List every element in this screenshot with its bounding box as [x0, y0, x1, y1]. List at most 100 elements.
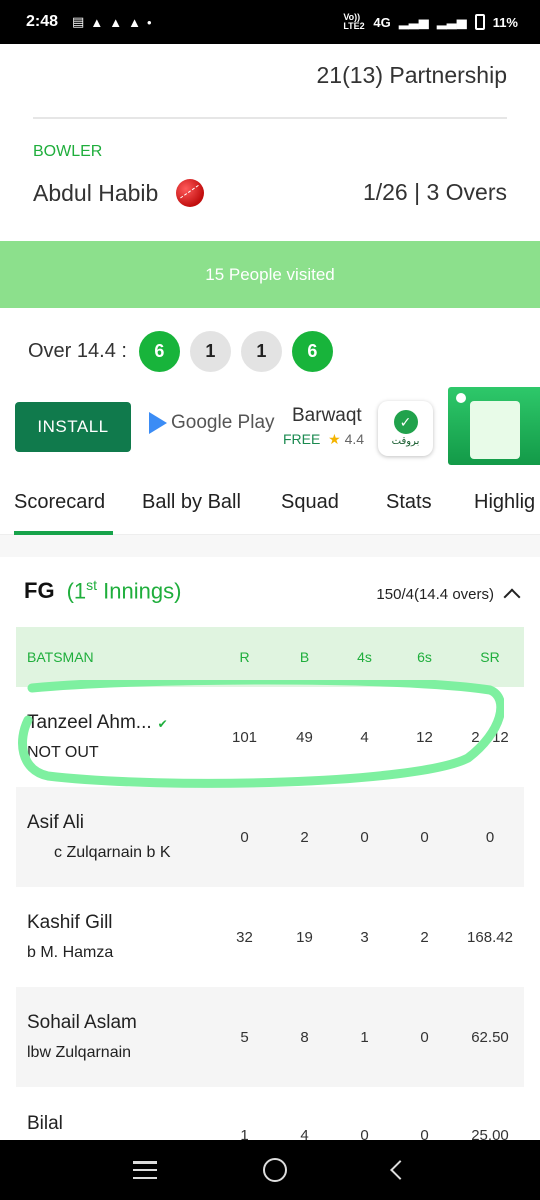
innings-score-toggle[interactable]: 150/4(14.4 overs) [376, 585, 521, 606]
batsman-name: Sohail Aslam [27, 1012, 137, 1033]
header-strike-rate: SR [480, 649, 500, 665]
fours: 1 [360, 1028, 369, 1046]
snapchat-icon: ▲ [128, 14, 141, 30]
batsman-name: Tanzeel Ahm... ✔ [27, 712, 168, 733]
battery-level: 11% [492, 14, 518, 30]
snapchat-icon: ▲ [90, 14, 104, 30]
partnership-text: 21(13) Partnership [316, 62, 508, 88]
bowler-label: BOWLER [33, 143, 103, 160]
dismissal: c Zulqarnain b K [54, 844, 171, 861]
table-row[interactable]: Kashif Gill b M. Hamza 32 19 3 2 168.42 [16, 887, 524, 987]
table-header: BATSMAN R B 4s 6s SR [16, 627, 524, 687]
back-icon[interactable] [390, 1160, 410, 1180]
dismissal: lbw Zulqarnain [27, 1044, 132, 1061]
over-label: Over 14.4 : [28, 339, 127, 362]
batting-table: BATSMAN R B 4s 6s SR Tanzeel Ahm... ✔ NOT… [16, 627, 524, 1187]
divider [33, 117, 507, 119]
status-right: Vo)) LTE2 4G ▂▃▅ ▂▃▅ 11% [343, 13, 518, 31]
strike-rate: 0 [485, 828, 495, 846]
google-play-icon [149, 412, 167, 434]
header-balls: B [299, 649, 310, 665]
balls: 8 [300, 1028, 309, 1046]
batsman-name: Kashif Gill [27, 912, 113, 933]
tab-ball-by-ball[interactable]: Ball by Ball [142, 491, 241, 514]
innings-number: (1st Innings) [66, 577, 182, 604]
strike-rate: 62.50 [471, 1028, 509, 1046]
tab-scorecard[interactable]: Scorecard [14, 491, 105, 514]
tab-bar: Scorecard Ball by Ball Squad Stats Highl… [0, 473, 540, 535]
section-spacer [0, 535, 540, 557]
ball-chip: 6 [138, 330, 180, 372]
tab-squad[interactable]: Squad [281, 491, 339, 514]
visited-banner: 15 People visited [0, 241, 540, 308]
balls: 19 [296, 928, 313, 946]
table-row[interactable]: Tanzeel Ahm... ✔ NOT OUT 101 49 4 12 2 .1… [16, 687, 524, 787]
header-sixes: 6s [417, 649, 432, 665]
ad-app-meta: FREE ★ 4.4 [283, 431, 364, 448]
star-icon: ★ [328, 431, 341, 447]
volte-icon: Vo)) LTE2 [343, 12, 365, 31]
network-type: 4G [373, 14, 391, 30]
home-icon[interactable] [263, 1158, 287, 1182]
promo-phone-image [470, 401, 520, 459]
signal-icon: ▂▃▅ [436, 14, 467, 29]
runs: 0 [240, 828, 249, 846]
ad-free-label: FREE [283, 431, 321, 447]
chevron-up-icon[interactable] [503, 588, 521, 606]
dismissal: NOT OUT [27, 744, 99, 761]
innings-score: 150/4(14.4 overs) [376, 585, 494, 603]
tab-stats[interactable]: Stats [386, 491, 432, 514]
google-play-label: Google Play [171, 412, 275, 433]
news-icon: ▤ [72, 14, 85, 29]
balls: 49 [296, 728, 313, 746]
strike-rate: 2 .12 [471, 728, 509, 746]
sixes: 0 [420, 828, 429, 846]
app-logo[interactable]: ✓ بروقت [378, 401, 433, 456]
table-row[interactable]: Asif Ali c Zulqarnain b K 0 2 0 0 0 [16, 787, 524, 887]
sixes: 2 [420, 928, 429, 946]
ball-chip: 1 [189, 330, 231, 372]
ad-promo-image[interactable] [448, 387, 540, 465]
bowler-name: Abdul Habib [33, 179, 159, 206]
balls: 2 [300, 828, 309, 846]
battery-icon [474, 14, 485, 30]
dot-icon: • [146, 14, 152, 30]
striker-icon: ✔ [157, 717, 168, 731]
ad-rating: 4.4 [344, 431, 365, 447]
team-name: FG [24, 578, 55, 604]
bowler-name-row: Abdul Habib [33, 179, 205, 207]
notification-icons: ▤ ▲ ▲ ▲ • [72, 14, 151, 30]
app-logo-text: بروقت [391, 436, 420, 447]
app-logo-icon: ✓ [393, 410, 418, 434]
google-play-badge[interactable]: Google Play [149, 412, 275, 434]
status-time: 2:48 [26, 13, 59, 30]
ad-app-name: Barwaqt [292, 405, 362, 426]
header-batsman: BATSMAN [27, 649, 94, 665]
sixes: 12 [416, 728, 433, 746]
recent-apps-icon[interactable] [133, 1161, 157, 1179]
strike-rate: 168.42 [467, 928, 513, 946]
tab-highlights[interactable]: Highlig [474, 491, 535, 514]
fours: 0 [360, 828, 369, 846]
batsman-name: Bilal [27, 1113, 63, 1134]
innings-title: FG (1st Innings) [24, 577, 181, 604]
header-runs: R [239, 649, 250, 665]
fours: 3 [360, 928, 369, 946]
header-fours: 4s [357, 649, 372, 665]
visited-text: 15 People visited [205, 264, 335, 284]
navigation-bar [0, 1140, 540, 1200]
cricket-ball-icon [176, 179, 205, 207]
runs: 5 [240, 1028, 249, 1046]
status-bar: 2:48 ▤ ▲ ▲ ▲ • Vo)) LTE2 4G ▂▃▅ ▂▃▅ 11% [0, 0, 540, 44]
runs: 101 [231, 728, 258, 746]
dismissal: b M. Hamza [27, 944, 114, 961]
table-row[interactable]: Sohail Aslam lbw Zulqarnain 5 8 1 0 62.5… [16, 987, 524, 1087]
current-over: Over 14.4 : 6 1 1 6 [28, 330, 333, 372]
batsman-name: Asif Ali [27, 812, 85, 833]
signal-icon: ▂▃▅ [398, 14, 429, 29]
fours: 4 [360, 728, 369, 746]
install-button[interactable]: INSTALL [15, 402, 131, 452]
ball-chip: 1 [240, 330, 282, 372]
snapchat-icon: ▲ [109, 14, 123, 30]
ad-banner[interactable]: INSTALL Google Play Barwaqt FREE ★ 4.4 ✓… [0, 382, 540, 472]
